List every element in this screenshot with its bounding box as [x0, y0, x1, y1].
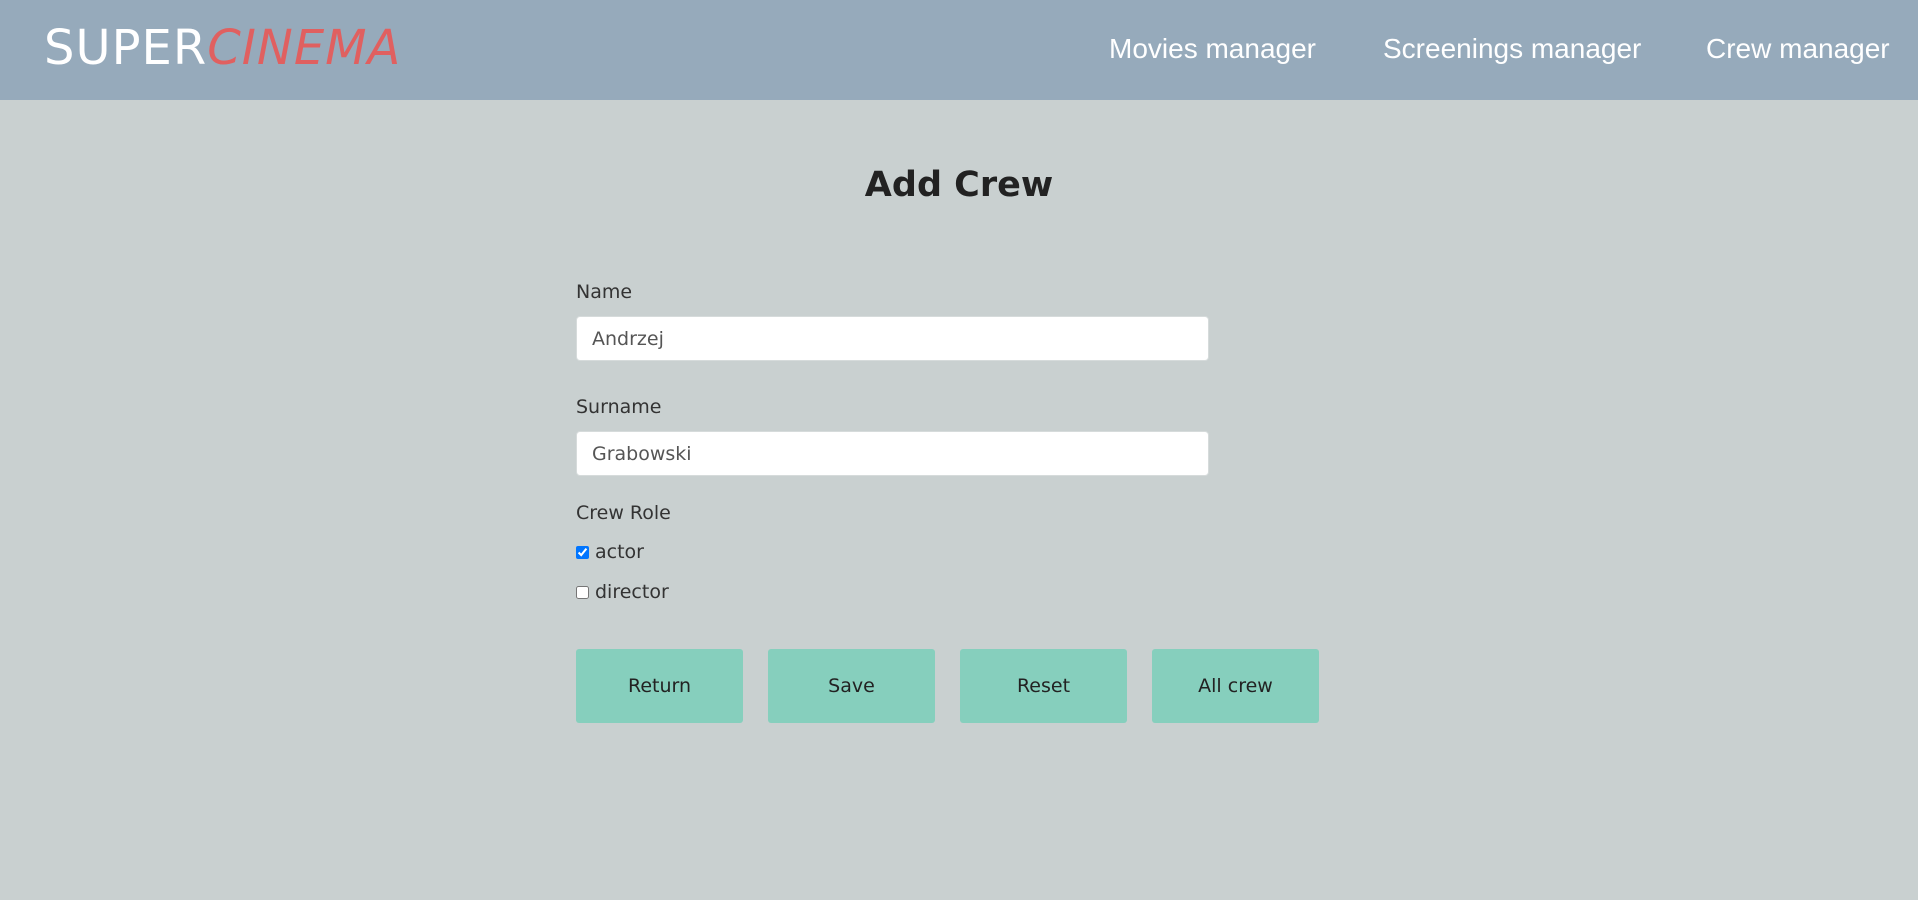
brand-logo-super: SUPER — [44, 20, 208, 76]
director-checkbox-label[interactable]: director — [595, 581, 669, 603]
name-input[interactable] — [576, 316, 1209, 361]
actor-checkbox[interactable] — [576, 545, 589, 559]
brand-logo-cinema: CINEMA — [207, 20, 402, 76]
return-button[interactable]: Return — [576, 649, 743, 723]
role-option-actor: actor — [576, 539, 644, 565]
director-checkbox[interactable] — [576, 585, 589, 599]
nav-link-movies-manager[interactable]: Movies manager — [1109, 32, 1316, 66]
top-navbar: SUPERCINEMA Movies manager Screenings ma… — [0, 0, 1918, 100]
role-option-director: director — [576, 579, 669, 605]
save-button[interactable]: Save — [768, 649, 935, 723]
nav-link-crew-manager[interactable]: Crew manager — [1706, 32, 1890, 66]
surname-input[interactable] — [576, 431, 1209, 476]
all-crew-button[interactable]: All crew — [1152, 649, 1319, 723]
crew-role-label: Crew Role — [576, 502, 671, 524]
surname-label: Surname — [576, 396, 662, 418]
brand-logo[interactable]: SUPERCINEMA — [44, 18, 401, 78]
name-label: Name — [576, 281, 633, 303]
actor-checkbox-label[interactable]: actor — [595, 541, 644, 563]
nav-link-screenings-manager[interactable]: Screenings manager — [1383, 32, 1641, 66]
page-title: Add Crew — [864, 165, 1054, 205]
reset-button[interactable]: Reset — [960, 649, 1127, 723]
